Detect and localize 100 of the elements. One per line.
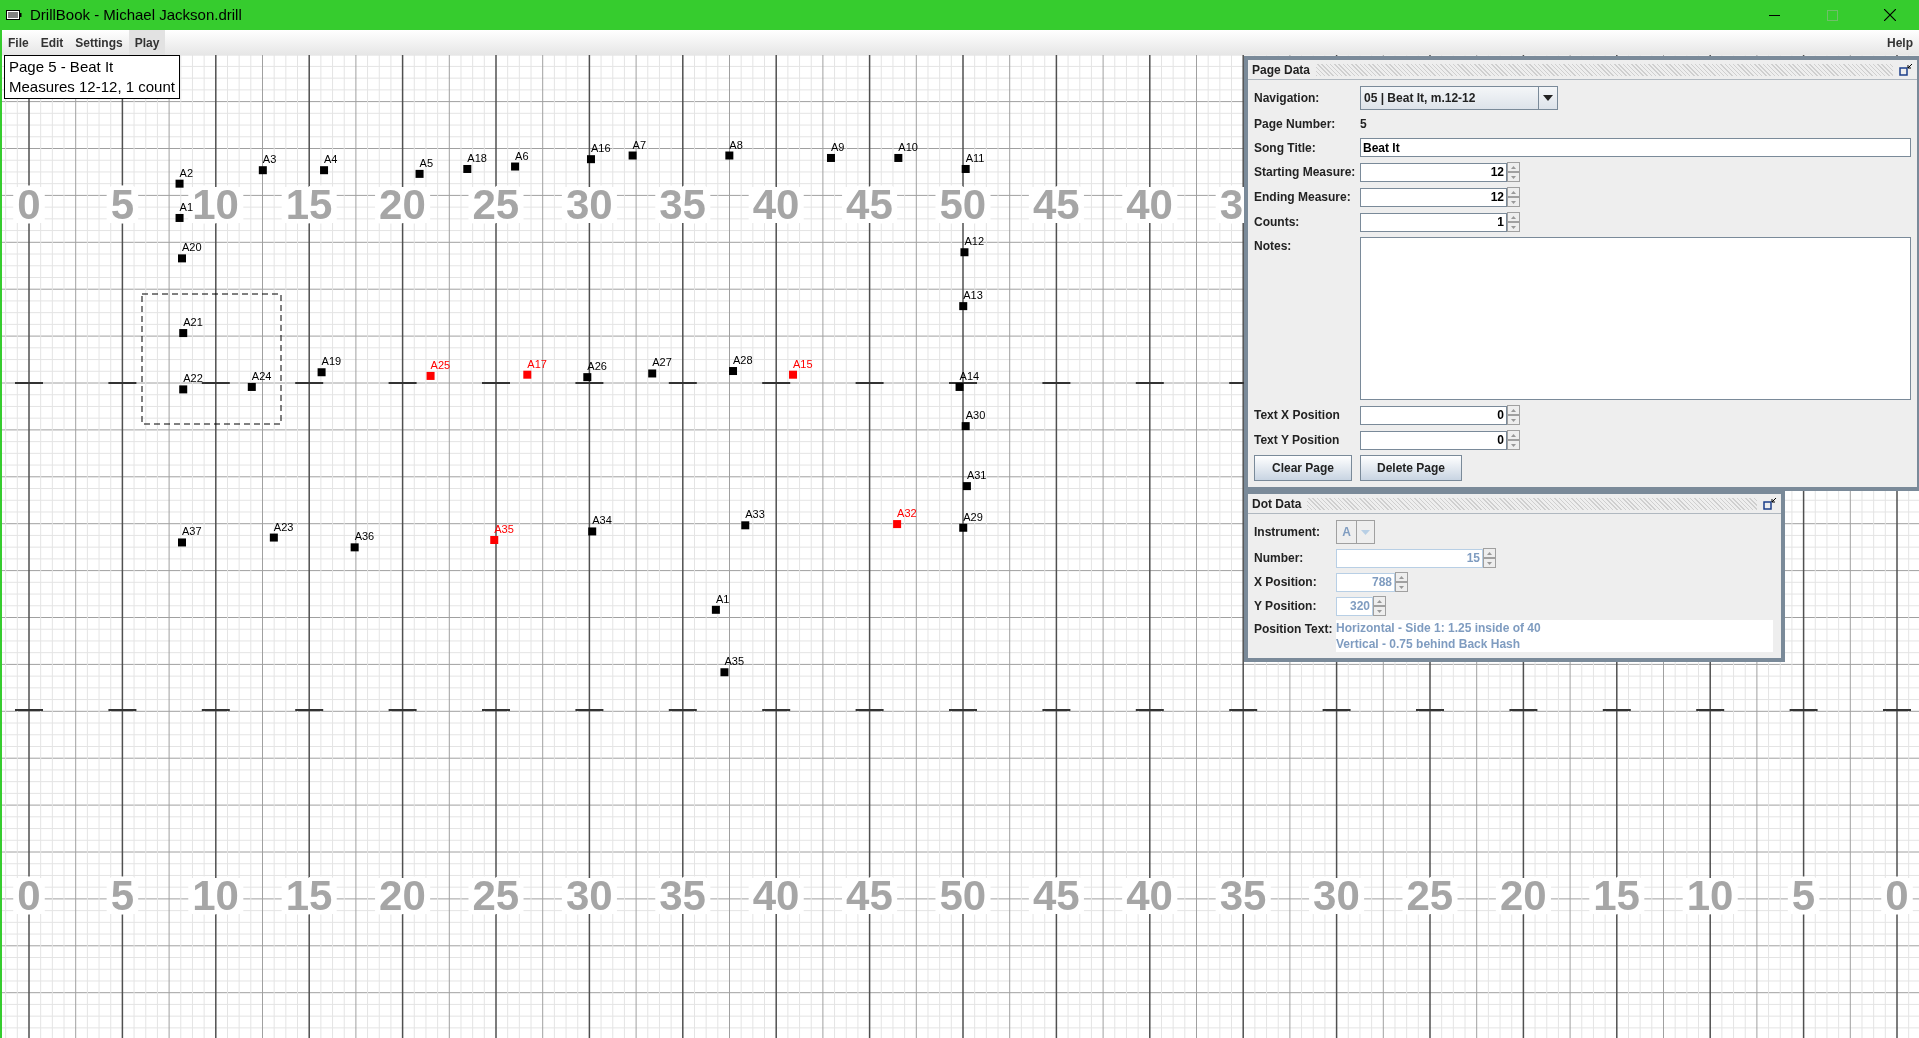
dot-label: A32 <box>897 507 917 520</box>
menu-item[interactable]: Edit <box>34 30 70 55</box>
yard-number: 3 <box>1219 181 1244 228</box>
yard-number: 5 <box>1791 872 1816 919</box>
minimize-icon <box>1768 14 1780 16</box>
caret-up-icon <box>1511 165 1516 169</box>
dot-label: A2 <box>179 166 193 179</box>
field-label: Navigation: <box>1254 90 1321 107</box>
caret-down-icon <box>1511 200 1516 204</box>
field-label: Instrument: <box>1254 524 1321 541</box>
dot-label: A4 <box>324 153 338 166</box>
dot-label: A5 <box>419 156 433 169</box>
caret-up-icon <box>1399 575 1404 579</box>
panel-button[interactable]: Clear Page <box>1254 455 1352 481</box>
yard-number: 40 <box>1126 181 1173 228</box>
yard-number: 30 <box>565 181 613 228</box>
page-info-text: Page 5 - Beat It <box>9 57 115 77</box>
yard-number: 40 <box>1126 872 1173 919</box>
caret-down-icon <box>1511 225 1516 229</box>
song-title-field[interactable]: Beat It <box>1360 138 1911 157</box>
dot-label: A21 <box>183 316 203 329</box>
yard-number: 30 <box>565 872 613 919</box>
notes-field[interactable] <box>1360 237 1911 400</box>
dot-label: A28 <box>733 354 753 366</box>
dot-label: A22 <box>183 372 203 385</box>
dot-label: A12 <box>964 235 985 248</box>
dot-label: A25 <box>430 358 451 371</box>
dot-label: A30 <box>965 409 986 422</box>
panel-title: Dot Data <box>1252 495 1302 513</box>
caret-down-icon <box>1377 609 1382 613</box>
position-text-line: Vertical - 0.75 behind Back Hash <box>1336 636 1522 652</box>
number-spinner[interactable]: 0 <box>1360 405 1507 425</box>
menu-item[interactable]: Settings <box>69 30 129 55</box>
yard-number: 50 <box>939 872 987 919</box>
field-label: Text X Position <box>1254 407 1341 424</box>
caret-down-icon <box>1511 443 1516 447</box>
yard-number: 40 <box>752 181 800 228</box>
dot-label: A8 <box>729 138 743 151</box>
field-label: X Position: <box>1254 574 1318 591</box>
yard-number: 5 <box>110 872 134 919</box>
dot-label: A27 <box>652 356 672 369</box>
caret-down-icon <box>1511 418 1516 422</box>
dot-label: A7 <box>632 138 647 151</box>
yard-number: 25 <box>472 872 520 919</box>
yard-number: 35 <box>659 872 706 919</box>
caret-down-icon <box>1511 175 1516 179</box>
yard-number: 45 <box>846 872 893 919</box>
number-spinner[interactable]: 12 <box>1360 187 1507 207</box>
caret-up-icon <box>1511 190 1516 194</box>
yard-number: 45 <box>1032 181 1080 228</box>
field-label: Number: <box>1254 550 1305 567</box>
window-title: DrillBook - Michael Jackson.drill <box>30 4 242 25</box>
dot-label: A17 <box>527 357 547 370</box>
number-spinner[interactable]: 0 <box>1360 430 1507 450</box>
yard-number: 45 <box>846 181 893 228</box>
yard-number: 10 <box>1686 872 1734 919</box>
number-spinner[interactable]: 12 <box>1360 162 1507 182</box>
caret-up-icon <box>1511 433 1516 437</box>
dot-label: A35 <box>724 655 745 668</box>
dot-label: A11 <box>965 152 985 164</box>
dot-label: A31 <box>966 469 987 482</box>
field-label: Starting Measure: <box>1254 164 1357 181</box>
caret-down-icon <box>1361 529 1370 535</box>
dot-label: A3 <box>262 153 277 166</box>
menu-item[interactable]: File <box>2 30 35 55</box>
field-label: Page Number: <box>1254 116 1337 133</box>
dot-label: A1 <box>715 592 730 605</box>
dot-label: A1 <box>179 200 193 213</box>
yard-number: 5 <box>110 181 134 228</box>
maximize-icon <box>1826 9 1838 21</box>
yard-number: 0 <box>17 872 41 919</box>
caret-up-icon <box>1511 215 1516 219</box>
dot-label: A19 <box>321 355 342 368</box>
field-label: Ending Measure: <box>1254 189 1352 206</box>
page-info-text: Measures 12-12, 1 count <box>9 77 175 97</box>
navigation-dropdown[interactable]: 05 | Beat It, m.12-12 <box>1360 86 1558 110</box>
restore-icon[interactable] <box>1899 62 1913 77</box>
dot-label: A18 <box>467 152 487 164</box>
yard-number: 30 <box>1313 872 1360 919</box>
yard-number: 50 <box>939 181 987 228</box>
yard-number: 10 <box>192 181 239 228</box>
field-label: Counts: <box>1254 214 1301 231</box>
caret-up-icon <box>1377 599 1382 603</box>
number-spinner[interactable]: 1 <box>1360 212 1507 232</box>
menu-item[interactable]: Help <box>1881 30 1919 55</box>
page-number-value: 5 <box>1360 116 1367 133</box>
dot-label: A20 <box>182 241 202 254</box>
yard-number: 20 <box>1499 872 1547 919</box>
panel-button[interactable]: Delete Page <box>1360 455 1462 481</box>
menu-item[interactable]: Play <box>128 30 166 55</box>
dot-label: A29 <box>963 510 983 523</box>
yard-number: 40 <box>752 872 800 919</box>
dot-label: A23 <box>273 520 294 533</box>
yard-number: 15 <box>285 872 333 919</box>
yard-number: 15 <box>1593 872 1640 919</box>
field-label: Y Position: <box>1254 598 1318 615</box>
caret-down-icon <box>1543 95 1553 101</box>
yard-number: 25 <box>1406 872 1454 919</box>
dot-label: A9 <box>831 140 845 153</box>
caret-down-icon <box>1487 561 1492 565</box>
